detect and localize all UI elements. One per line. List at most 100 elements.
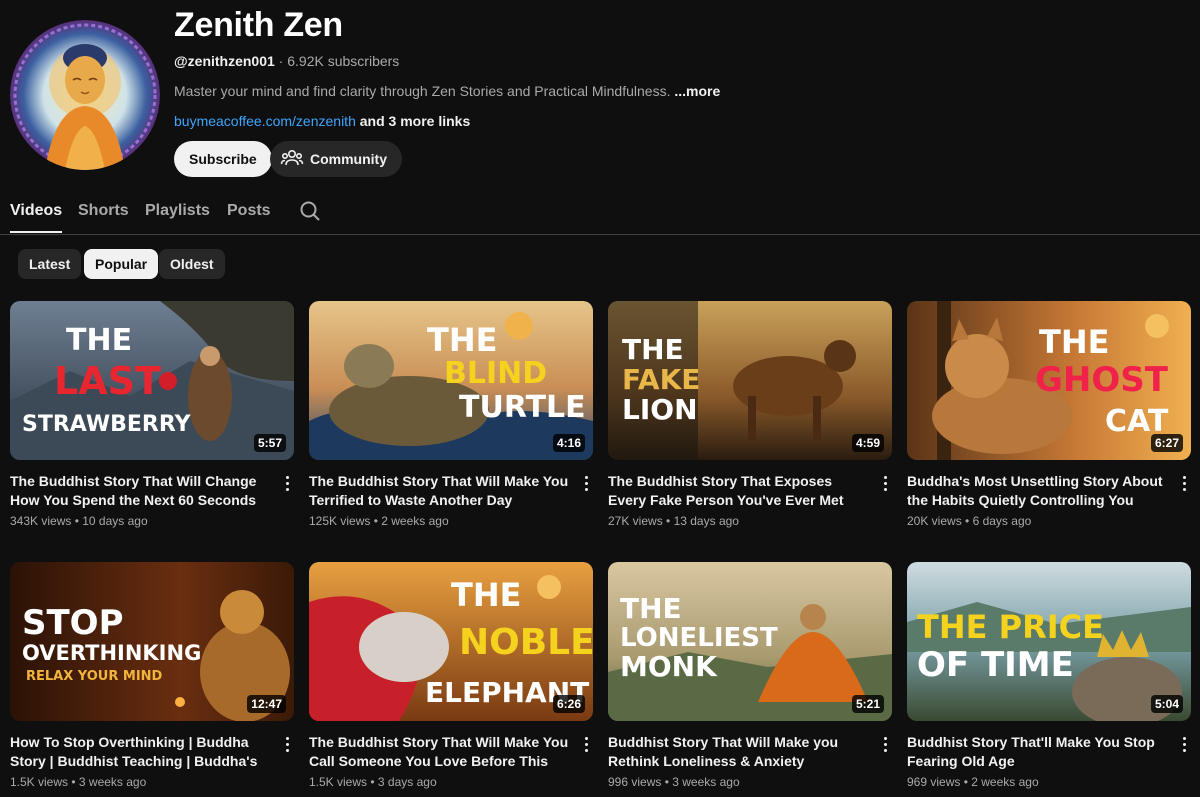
thumb-line-1: THE [622,333,684,366]
channel-description[interactable]: Master your mind and find clarity throug… [174,83,720,99]
chip-oldest[interactable]: Oldest [159,249,225,279]
community-button[interactable]: Community [270,141,402,177]
video-title[interactable]: Buddhist Story That'll Make You Stop Fea… [907,733,1169,771]
tab-videos[interactable]: Videos [10,202,63,233]
more-links[interactable]: and 3 more links [360,113,470,129]
video-title[interactable]: The Buddhist Story That Will Make You Te… [309,472,571,510]
video-title[interactable]: The Buddhist Story That Will Make You Ca… [309,733,571,771]
video-duration: 4:59 [851,434,884,452]
view-count: 20K views [907,514,962,528]
thumb-line-2: NOBLE [459,622,593,663]
video-duration: 5:57 [253,434,286,452]
upload-age: 3 weeks ago [672,775,740,789]
channel-avatar[interactable] [10,20,160,170]
channel-handle: @zenithzen001 [174,53,275,69]
chip-popular[interactable]: Popular [84,249,159,279]
thumb-line-1: THE [66,323,132,358]
channel-links: buymeacoffee.com/zenzenith and 3 more li… [174,113,470,129]
thumb-line-2: LAST [54,359,161,403]
meta-separator: · [274,53,288,69]
video-card[interactable]: THE NOBLE ELEPHANT 6:26 The Buddhist Sto… [309,562,593,789]
video-duration: 12:47 [247,695,286,713]
more-actions-icon[interactable] [579,473,593,493]
view-count: 1.5K views [309,775,368,789]
more-actions-icon[interactable] [878,734,892,754]
video-thumbnail[interactable]: STOP OVERTHINKING RELAX YOUR MIND 12:47 [10,562,294,721]
community-label: Community [310,151,387,167]
external-link[interactable]: buymeacoffee.com/zenzenith [174,113,356,129]
thumb-line-2: FAKE [622,363,700,396]
video-thumbnail[interactable]: THE NOBLE ELEPHANT 6:26 [309,562,593,721]
view-count: 125K views [309,514,371,528]
thumb-line-1: THE [1039,323,1109,361]
video-meta: 969 views • 2 weeks ago [907,775,1039,789]
video-card[interactable]: THE GHOST CAT 6:27 Buddha's Most Unsettl… [907,301,1191,528]
tab-posts[interactable]: Posts [227,202,271,220]
more-actions-icon[interactable] [878,473,892,493]
upload-age: 6 days ago [972,514,1032,528]
video-card[interactable]: STOP OVERTHINKING RELAX YOUR MIND 12:47 … [10,562,294,789]
upload-age: 13 days ago [673,514,739,528]
video-card[interactable]: THE LONELIEST MONK 5:21 Buddhist Story T… [608,562,892,789]
view-count: 969 views [907,775,961,789]
video-duration: 5:04 [1150,695,1183,713]
channel-name: Zenith Zen [174,6,343,44]
subscriber-count: 6.92K subscribers [287,53,400,69]
more-actions-icon[interactable] [579,734,593,754]
description-more-link[interactable]: ...more [674,83,720,99]
chip-latest[interactable]: Latest [18,249,82,279]
thumb-line-1: THE PRICE [917,608,1104,646]
video-card[interactable]: THE PRICE OF TIME 5:04 Buddhist Story Th… [907,562,1191,789]
video-card[interactable]: THE LAST STRAWBERRY 5:57 The Buddhist St… [10,301,294,528]
video-duration: 4:16 [552,434,585,452]
thumb-line-3: MONK [620,650,718,683]
subscribe-button[interactable]: Subscribe [174,141,272,177]
channel-meta: @zenithzen001 · 6.92K subscribers [174,53,399,69]
thumb-line-3: STRAWBERRY [22,412,192,437]
channel-tabs: Videos Shorts Playlists Posts [0,190,1200,235]
thumb-line-2: OVERTHINKING [22,641,201,665]
thumb-line-2: LONELIEST [620,623,778,653]
description-text: Master your mind and find clarity throug… [174,83,671,99]
video-meta: 343K views • 10 days ago [10,514,148,528]
video-meta: 1.5K views • 3 days ago [309,775,437,789]
view-count: 27K views [608,514,663,528]
video-meta: 1.5K views • 3 weeks ago [10,775,147,789]
video-thumbnail[interactable]: THE PRICE OF TIME 5:04 [907,562,1191,721]
video-thumbnail[interactable]: THE LAST STRAWBERRY 5:57 [10,301,294,460]
video-thumbnail[interactable]: THE GHOST CAT 6:27 [907,301,1191,460]
more-actions-icon[interactable] [280,734,294,754]
video-title[interactable]: The Buddhist Story That Will Change How … [10,472,272,510]
thumb-line-3: TURTLE [459,390,586,425]
view-count: 343K views [10,514,72,528]
video-meta: 27K views • 13 days ago [608,514,739,528]
thumb-line-2: BLIND [444,356,547,391]
tab-playlists[interactable]: Playlists [145,202,210,220]
upload-age: 10 days ago [82,514,148,528]
upload-age: 2 weeks ago [381,514,449,528]
video-thumbnail[interactable]: THE LONELIEST MONK 5:21 [608,562,892,721]
video-thumbnail[interactable]: THE FAKE LION 4:59 [608,301,892,460]
upload-age: 3 days ago [377,775,437,789]
thumb-line-1: STOP [22,603,124,643]
video-duration: 6:27 [1150,434,1183,452]
video-title[interactable]: How To Stop Overthinking | Buddha Story … [10,733,272,771]
video-title[interactable]: Buddha's Most Unsettling Story About the… [907,472,1169,510]
video-card[interactable]: THE FAKE LION 4:59 The Buddhist Story Th… [608,301,892,528]
video-thumbnail[interactable]: THE BLIND TURTLE 4:16 [309,301,593,460]
upload-age: 2 weeks ago [971,775,1039,789]
video-card[interactable]: THE BLIND TURTLE 4:16 The Buddhist Story… [309,301,593,528]
view-count: 996 views [608,775,662,789]
thumb-line-3: RELAX YOUR MIND [26,669,163,684]
upload-age: 3 weeks ago [78,775,147,789]
more-actions-icon[interactable] [1177,473,1191,493]
search-icon[interactable] [298,199,322,228]
video-title[interactable]: The Buddhist Story That Exposes Every Fa… [608,472,870,510]
tab-shorts[interactable]: Shorts [78,202,129,220]
thumb-line-2: OF TIME [917,645,1074,685]
video-title[interactable]: Buddhist Story That Will Make you Rethin… [608,733,870,771]
more-actions-icon[interactable] [280,473,294,493]
more-actions-icon[interactable] [1177,734,1191,754]
video-duration: 6:26 [552,695,585,713]
thumb-line-1: THE [620,592,682,625]
